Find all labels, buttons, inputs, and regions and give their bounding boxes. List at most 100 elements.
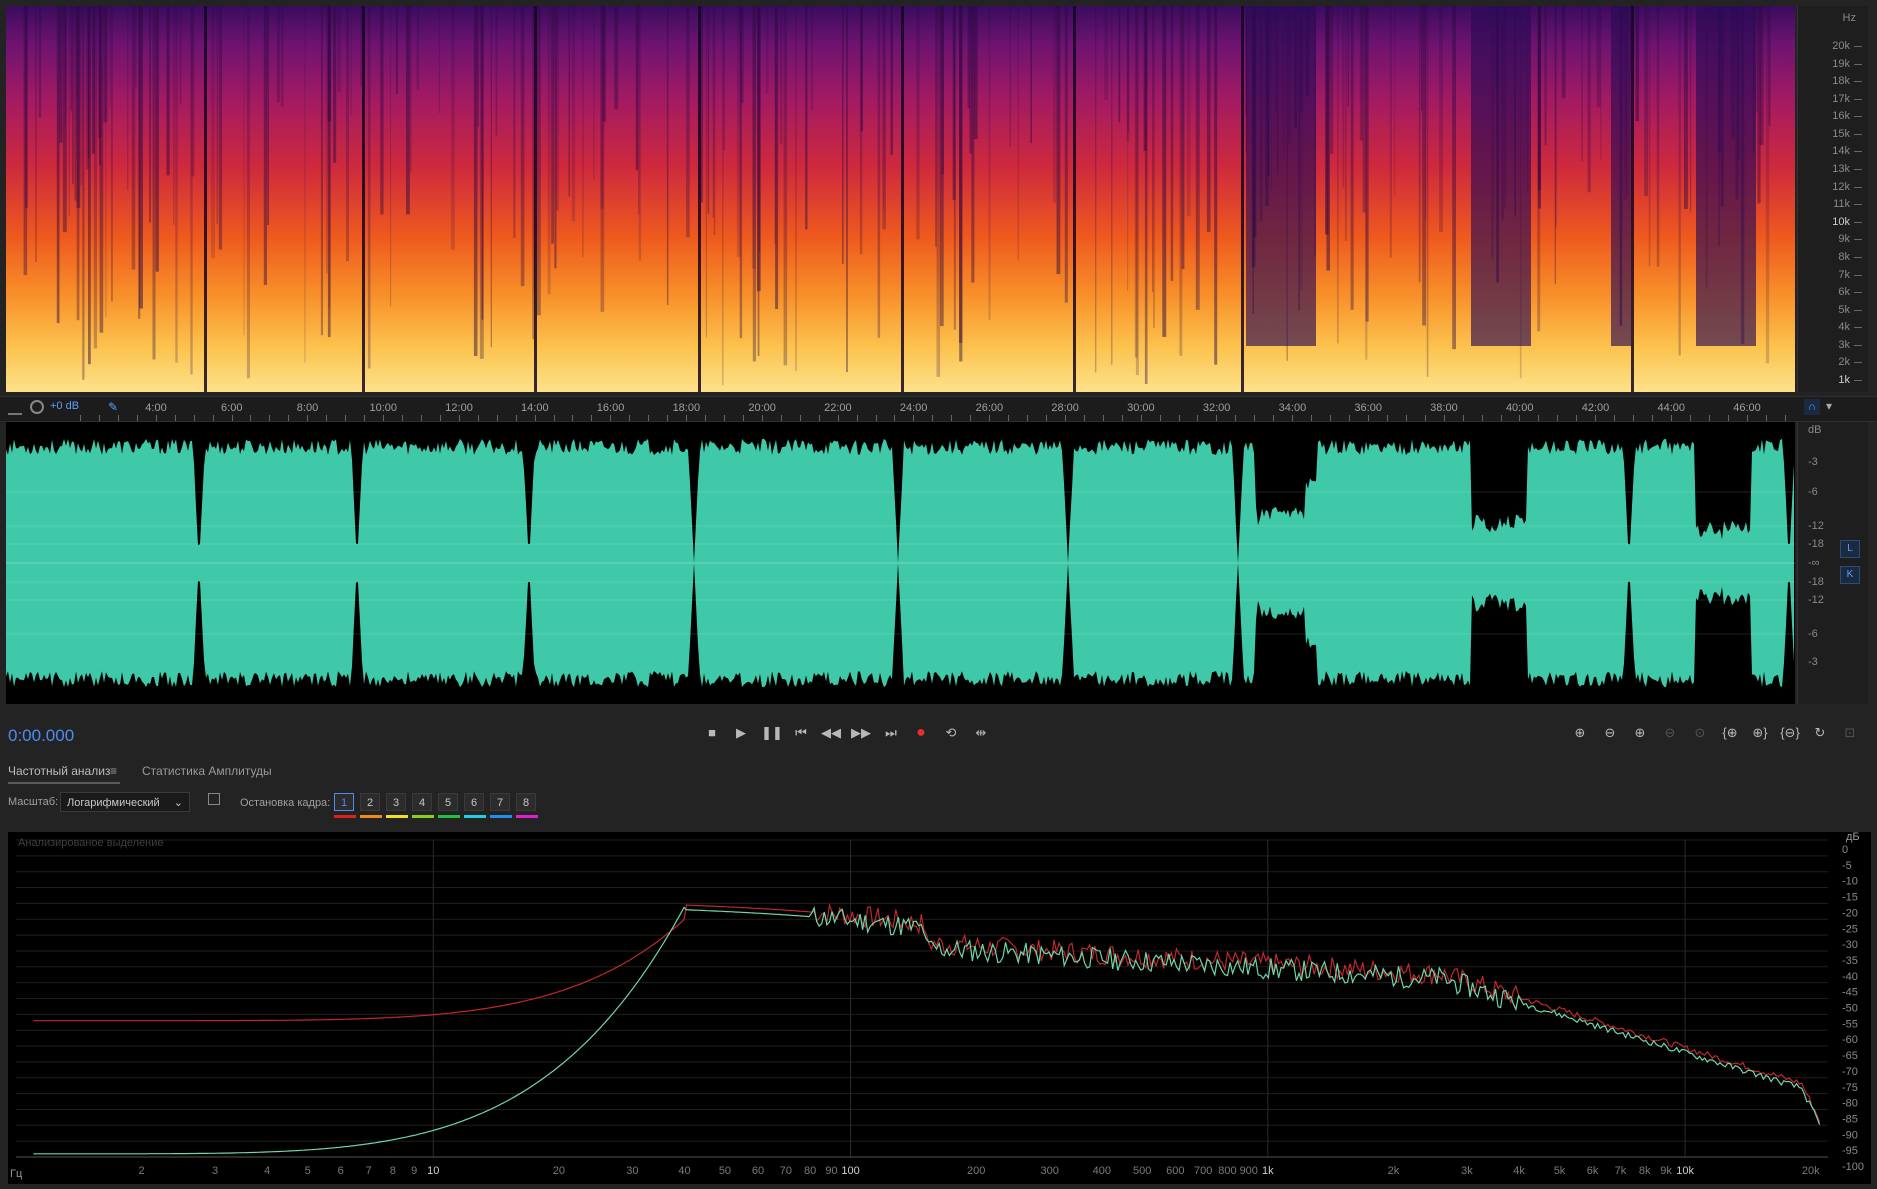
channel-right-button[interactable]: K bbox=[1840, 566, 1860, 584]
copy-icon[interactable] bbox=[208, 793, 220, 805]
rewind-icon[interactable]: ◀◀ bbox=[819, 722, 843, 744]
time-tick-label: 26:00 bbox=[975, 402, 1004, 414]
freeze-frame-button[interactable]: 1 bbox=[334, 793, 354, 811]
headphones-icon[interactable]: ∩ bbox=[1804, 399, 1820, 415]
spectral-display[interactable] bbox=[6, 6, 1795, 392]
freeze-frame-color bbox=[412, 815, 434, 818]
time-tick bbox=[345, 415, 347, 421]
hz-tick bbox=[1854, 46, 1862, 47]
go-end-icon[interactable]: ⏭ bbox=[879, 722, 903, 744]
freeze-frame-button[interactable]: 2 bbox=[360, 793, 380, 811]
spectral-streak bbox=[1561, 6, 1566, 99]
loop-icon[interactable]: ⟲ bbox=[939, 722, 963, 744]
zoom-fit-icon[interactable]: ⊡ bbox=[1838, 722, 1862, 744]
db-tick-label: -12 bbox=[1808, 594, 1824, 606]
spectral-streak bbox=[635, 6, 639, 171]
marker-icon[interactable]: ▾ bbox=[1826, 399, 1832, 413]
time-tick bbox=[1708, 415, 1710, 421]
pause-icon[interactable]: ❚❚ bbox=[760, 722, 784, 744]
tab-frequency-analysis[interactable]: Частотный анализ bbox=[8, 764, 110, 778]
time-tick bbox=[1121, 415, 1123, 421]
tab-menu-icon[interactable]: ≡ bbox=[110, 764, 117, 778]
zoom-in-right-icon[interactable]: ⊕} bbox=[1748, 722, 1772, 744]
pin-icon[interactable]: ✎ bbox=[108, 400, 118, 414]
freq-tick-label: 200 bbox=[967, 1165, 985, 1177]
spectral-streak bbox=[280, 6, 284, 107]
freq-tick-label: 1k bbox=[1262, 1165, 1274, 1177]
spectral-gap bbox=[1241, 6, 1244, 392]
spectral-streak bbox=[1635, 6, 1639, 122]
spectral-streak bbox=[367, 6, 371, 369]
hz-tick-label: 16k bbox=[1832, 110, 1850, 123]
spectral-quiet-region bbox=[1246, 6, 1316, 346]
scale-dropdown[interactable]: Логарифмический ⌄ bbox=[60, 792, 190, 812]
freeze-frame-button[interactable]: 6 bbox=[464, 793, 484, 811]
time-tick bbox=[951, 415, 953, 421]
gain-knob-icon[interactable] bbox=[30, 400, 44, 414]
freq-tick-label: 8k bbox=[1639, 1165, 1651, 1177]
zoom-in-amplitude-icon[interactable]: ⊕ bbox=[1568, 722, 1592, 744]
freq-tick-label: 9 bbox=[411, 1165, 417, 1177]
frequency-plot[interactable]: 2 3 4 5 6 7 8 9 10 20 30 40 50 60 70 80 90 100 200 300 400 50… bbox=[8, 831, 1871, 1184]
time-tick bbox=[326, 415, 328, 421]
channel-left-button[interactable]: L bbox=[1840, 540, 1860, 558]
spectral-streak bbox=[87, 6, 90, 158]
time-tick bbox=[553, 415, 555, 421]
tab-amplitude-statistics[interactable]: Статистика Амплитуды bbox=[142, 764, 272, 778]
freq-tick-label: 20k bbox=[1802, 1165, 1820, 1177]
time-tick bbox=[1159, 415, 1161, 421]
spectral-streak bbox=[473, 6, 478, 356]
db-axis-label: -35 bbox=[1842, 955, 1858, 967]
hz-tick bbox=[1854, 344, 1862, 346]
spectral-streak bbox=[860, 6, 863, 132]
freeze-frame-button[interactable]: 8 bbox=[516, 793, 536, 811]
zoom-in-left-icon[interactable]: {⊕ bbox=[1718, 722, 1742, 744]
play-icon[interactable]: ▶ bbox=[729, 722, 753, 744]
freeze-frame-button[interactable]: 3 bbox=[386, 793, 406, 811]
freq-tick-label: 800 bbox=[1218, 1165, 1236, 1177]
spectral-streak bbox=[1389, 6, 1392, 258]
spectral-gap bbox=[901, 6, 904, 392]
spectral-streak bbox=[1644, 6, 1649, 197]
gain-value[interactable]: +0 dB bbox=[50, 400, 79, 412]
time-tick bbox=[686, 415, 688, 421]
spectral-streak bbox=[1350, 6, 1354, 310]
time-ruler[interactable]: 4:00 6:00 8:00 10:00 12:00 14:00 16:00 18:00 20:… bbox=[0, 396, 1877, 422]
zoom-reset-icon[interactable]: ↻ bbox=[1808, 722, 1832, 744]
hz-tick bbox=[1854, 274, 1862, 276]
freeze-frame-color bbox=[490, 815, 512, 818]
spectral-streak bbox=[936, 6, 941, 377]
zoom-in-time-icon[interactable]: ⊕ bbox=[1628, 722, 1652, 744]
freeze-frame-button[interactable]: 7 bbox=[490, 793, 510, 811]
spectral-streak bbox=[1418, 6, 1421, 283]
record-icon[interactable]: ● bbox=[909, 722, 933, 744]
time-tick-label: 8:00 bbox=[296, 402, 319, 414]
spectral-streak bbox=[890, 6, 893, 155]
waveform-display[interactable] bbox=[6, 422, 1795, 704]
zoom-out-amplitude-icon[interactable]: ⊖ bbox=[1598, 722, 1622, 744]
freeze-frame-button[interactable]: 5 bbox=[438, 793, 458, 811]
zoom-out-time-icon[interactable]: ⊖ bbox=[1658, 722, 1682, 744]
freq-tick-label: 100 bbox=[841, 1165, 859, 1177]
db-tick-label: -18 bbox=[1808, 538, 1824, 550]
levels-icon[interactable] bbox=[8, 401, 22, 415]
time-tick bbox=[572, 415, 574, 421]
time-tick bbox=[1083, 415, 1085, 421]
spectral-streak bbox=[554, 6, 557, 269]
zoom-out-full-icon[interactable]: {⊖} bbox=[1778, 722, 1802, 744]
time-tick bbox=[496, 415, 498, 421]
go-start-icon[interactable]: ⏮ bbox=[789, 722, 813, 744]
db-axis-label: -55 bbox=[1842, 1018, 1858, 1030]
time-tick-label: 30:00 bbox=[1127, 402, 1155, 414]
spectral-gap bbox=[1073, 6, 1076, 392]
skip-selection-icon[interactable]: ⇹ bbox=[969, 722, 993, 744]
spectral-streak bbox=[490, 6, 492, 348]
freeze-frame-button[interactable]: 4 bbox=[412, 793, 432, 811]
freeze-frame-color bbox=[464, 815, 486, 818]
fast-forward-icon[interactable]: ▶▶ bbox=[849, 722, 873, 744]
timecode-display[interactable]: 0:00.000 bbox=[8, 726, 74, 746]
time-tick bbox=[1386, 415, 1388, 421]
hz-tick-label: 3k bbox=[1838, 338, 1850, 351]
zoom-selection-icon[interactable]: ⊙ bbox=[1688, 722, 1712, 744]
stop-icon[interactable]: ■ bbox=[700, 722, 724, 744]
